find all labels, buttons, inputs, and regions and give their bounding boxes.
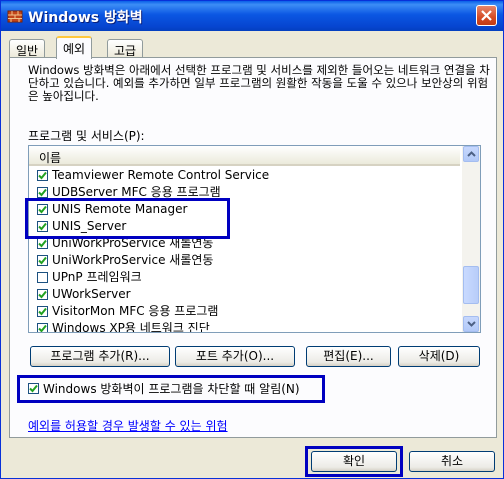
- item-checkbox[interactable]: [37, 187, 48, 198]
- add-program-button[interactable]: 프로그램 추가(R)...: [30, 346, 170, 367]
- edit-button[interactable]: 편집(E)...: [306, 346, 391, 367]
- item-checkbox[interactable]: [37, 272, 48, 283]
- list-item[interactable]: UDBServer MFC 응용 프로그램: [29, 184, 460, 201]
- checkmark-icon: [38, 188, 47, 197]
- list-item-label: UDBServer MFC 응용 프로그램: [52, 185, 221, 199]
- item-checkbox[interactable]: [37, 255, 48, 266]
- list-item[interactable]: VisitorMon MFC 응용 프로그램: [29, 303, 460, 320]
- tab-advanced[interactable]: 고급: [107, 39, 144, 58]
- list-item[interactable]: UNIS_Server: [29, 218, 460, 235]
- delete-button[interactable]: 삭제(D): [398, 346, 480, 367]
- programs-list[interactable]: 이름 Teamviewer Remote Control Service UDB…: [28, 145, 481, 333]
- checkmark-icon: [38, 239, 47, 248]
- checkmark-icon: [29, 384, 38, 393]
- cancel-button[interactable]: 취소: [409, 451, 495, 472]
- notify-option[interactable]: Windows 방화벽이 프로그램을 차단할 때 알림(N): [28, 380, 300, 397]
- list-item-label: UNIS_Server: [52, 219, 127, 233]
- list-item-label: UPnP 프레임워크: [52, 270, 142, 284]
- notify-label: Windows 방화벽이 프로그램을 차단할 때 알림(N): [43, 382, 300, 396]
- window-title: Windows 방화벽: [28, 10, 143, 26]
- checkmark-icon: [38, 171, 47, 180]
- firewall-dialog: Windows 방화벽 일반 예외 고급 Windows 방화벽은 아래에서 선…: [0, 0, 504, 479]
- list-item[interactable]: UWorkServer: [29, 286, 460, 303]
- ok-button[interactable]: 확인: [311, 451, 397, 472]
- scroll-down-button[interactable]: [463, 316, 479, 332]
- list-item-label: VisitorMon MFC 응용 프로그램: [52, 304, 219, 318]
- checkmark-icon: [38, 205, 47, 214]
- tab-general[interactable]: 일반: [9, 39, 46, 58]
- chevron-down-icon: [466, 321, 476, 327]
- scroll-thumb[interactable]: [463, 266, 479, 304]
- list-item[interactable]: UNIS Remote Manager: [29, 201, 460, 218]
- item-checkbox[interactable]: [37, 238, 48, 249]
- description-text: Windows 방화벽은 아래에서 선택한 프로그램 및 서비스를 제외한 들어…: [28, 63, 490, 103]
- programs-list-label: 프로그램 및 서비스(P):: [28, 129, 145, 143]
- list-item-label: UNIS Remote Manager: [52, 202, 188, 216]
- notify-checkbox[interactable]: [28, 383, 39, 394]
- checkmark-icon: [38, 222, 47, 231]
- close-icon: [481, 10, 492, 21]
- list-item-label: UWorkServer: [52, 287, 131, 301]
- list-item-label: UniWorkProService 새롤연동: [52, 236, 214, 250]
- list-item-label: Windows XP용 네트워크 진단: [52, 321, 210, 333]
- item-checkbox[interactable]: [37, 323, 48, 332]
- exceptions-panel: Windows 방화벽은 아래에서 선택한 프로그램 및 서비스를 제외한 들어…: [9, 57, 497, 438]
- item-checkbox[interactable]: [37, 289, 48, 300]
- add-port-button[interactable]: 포트 추가(O)...: [175, 346, 295, 367]
- item-checkbox[interactable]: [37, 204, 48, 215]
- close-button[interactable]: [476, 5, 497, 26]
- list-scrollbar[interactable]: [462, 146, 480, 332]
- checkmark-icon: [38, 256, 47, 265]
- list-item[interactable]: UniWorkProService 새롤연동: [29, 252, 460, 269]
- list-item-label: Teamviewer Remote Control Service: [52, 168, 270, 182]
- checkmark-icon: [38, 290, 47, 299]
- tab-exceptions[interactable]: 예외: [56, 36, 93, 59]
- item-checkbox[interactable]: [37, 221, 48, 232]
- list-item[interactable]: UniWorkProService 새롤연동: [29, 235, 460, 252]
- firewall-icon: [7, 10, 23, 23]
- list-rows: Teamviewer Remote Control Service UDBSer…: [29, 167, 460, 333]
- checkmark-icon: [38, 324, 47, 332]
- list-item-label: UniWorkProService 새롤연동: [52, 253, 214, 267]
- title-bar[interactable]: Windows 방화벽: [1, 1, 503, 31]
- item-checkbox[interactable]: [37, 170, 48, 181]
- column-header-name[interactable]: 이름: [29, 146, 460, 166]
- chevron-up-icon: [466, 151, 476, 157]
- risk-info-link[interactable]: 예외를 허용할 경우 발생할 수 있는 위험: [28, 417, 228, 434]
- list-item[interactable]: UPnP 프레임워크: [29, 269, 460, 286]
- item-checkbox[interactable]: [37, 306, 48, 317]
- scroll-up-button[interactable]: [463, 146, 479, 162]
- list-item[interactable]: Windows XP용 네트워크 진단: [29, 320, 460, 333]
- checkmark-icon: [38, 307, 47, 316]
- list-item[interactable]: Teamviewer Remote Control Service: [29, 167, 460, 184]
